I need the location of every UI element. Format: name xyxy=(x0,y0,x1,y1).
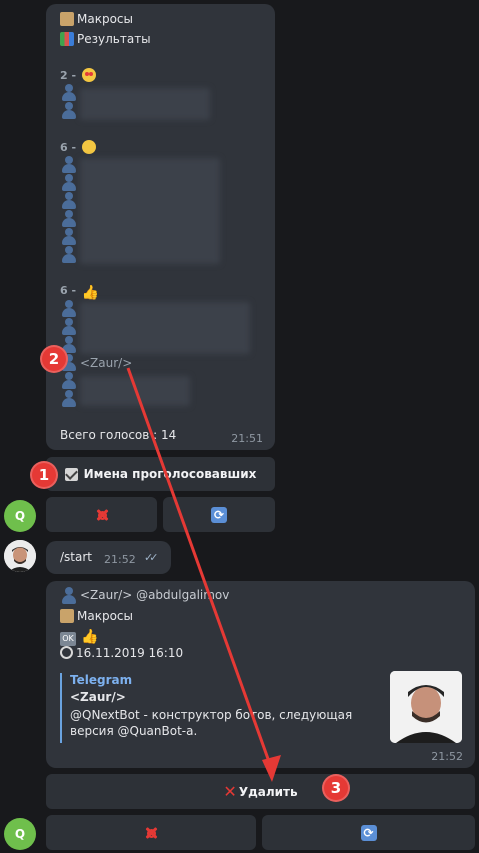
annotation-badge-3: 3 xyxy=(322,774,350,802)
annotation-badge-2: 2 xyxy=(40,345,68,373)
annotation-arrow xyxy=(126,367,281,782)
annotation-badge-1: 1 xyxy=(30,461,58,489)
